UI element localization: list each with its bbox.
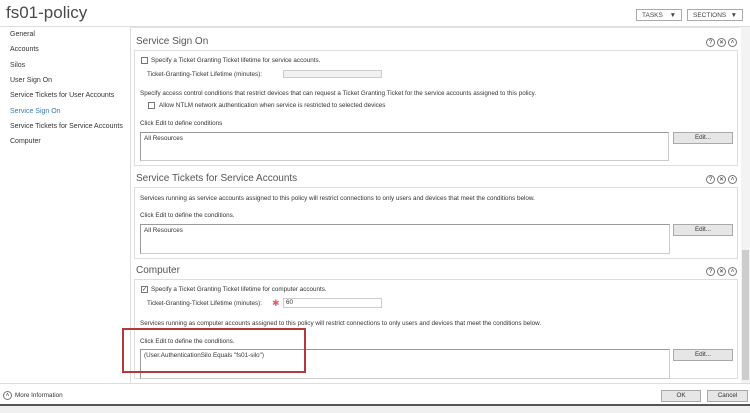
- nav-general[interactable]: General: [10, 31, 35, 38]
- lifetime-label: Ticket-Granting-Ticket Lifetime (minutes…: [147, 71, 263, 78]
- nav-computer[interactable]: Computer: [10, 138, 41, 145]
- nav-silos[interactable]: Silos: [10, 62, 25, 69]
- tasks-dropdown[interactable]: TASKS ▼: [636, 9, 682, 21]
- sections-dropdown[interactable]: SECTIONS ▼: [687, 9, 743, 21]
- ntlm-checkbox[interactable]: [148, 102, 155, 109]
- ntlm-label: Allow NTLM network authentication when s…: [159, 102, 386, 109]
- section-controls: ? ✕ ˄: [706, 38, 737, 47]
- tgt-service-checkbox[interactable]: [141, 57, 148, 64]
- edit-prompt: Click Edit to define the conditions.: [140, 212, 235, 219]
- access-control-text: Specify access control conditions that r…: [140, 90, 537, 97]
- status-bar: [0, 404, 750, 413]
- tgt-computer-label: Specify a Ticket Granting Ticket lifetim…: [151, 286, 327, 293]
- section-controls: ? ✕ ˄: [706, 175, 737, 184]
- nav-accounts[interactable]: Accounts: [10, 46, 39, 53]
- section-heading-service-tickets: Service Tickets for Service Accounts: [136, 173, 298, 184]
- close-icon[interactable]: ✕: [717, 175, 726, 184]
- close-icon[interactable]: ✕: [717, 38, 726, 47]
- cancel-button[interactable]: Cancel: [707, 390, 748, 402]
- section-heading-service-sign-on: Service Sign On: [136, 36, 209, 47]
- lifetime-input[interactable]: 60: [283, 298, 382, 308]
- nav-service-sign-on[interactable]: Service Sign On: [10, 108, 61, 115]
- conditions-box: All Resources: [140, 224, 670, 254]
- collapse-icon[interactable]: ˄: [728, 38, 737, 47]
- service-tickets-desc: Services running as service accounts ass…: [140, 195, 535, 202]
- collapse-icon[interactable]: ˄: [728, 267, 737, 276]
- expand-icon: ˄: [3, 391, 12, 400]
- nav-service-tickets-service[interactable]: Service Tickets for Service Accounts: [10, 123, 123, 130]
- required-icon: ✱: [272, 298, 280, 308]
- tasks-label: TASKS: [642, 11, 663, 19]
- section-controls: ? ✕ ˄: [706, 267, 737, 276]
- edit-prompt: Click Edit to define conditions: [140, 120, 223, 127]
- edit-button[interactable]: Edit...: [673, 224, 733, 236]
- edit-button[interactable]: Edit...: [673, 349, 733, 361]
- sections-label: SECTIONS: [693, 11, 727, 19]
- collapse-icon[interactable]: ˄: [728, 175, 737, 184]
- ok-button[interactable]: OK: [661, 390, 701, 402]
- lifetime-input-disabled[interactable]: [283, 70, 382, 78]
- more-information-label: More Information: [15, 392, 63, 399]
- dropdown-arrow-icon: ▼: [669, 11, 676, 19]
- tgt-computer-checkbox[interactable]: ✓: [141, 286, 148, 293]
- nav-user-sign-on[interactable]: User Sign On: [10, 77, 52, 84]
- help-icon[interactable]: ?: [706, 38, 715, 47]
- computer-desc: Services running as computer accounts as…: [140, 320, 542, 327]
- window-title: fs01-policy: [6, 3, 88, 22]
- tgt-service-label: Specify a Ticket Granting Ticket lifetim…: [151, 57, 321, 64]
- edit-button[interactable]: Edit...: [673, 132, 733, 144]
- close-icon[interactable]: ✕: [717, 267, 726, 276]
- highlight-rectangle: [122, 328, 306, 373]
- footer-divider: [0, 383, 750, 384]
- section-heading-computer: Computer: [136, 265, 180, 276]
- help-icon[interactable]: ?: [706, 175, 715, 184]
- more-information-toggle[interactable]: ˄ More Information: [3, 391, 63, 400]
- nav-service-tickets-user[interactable]: Service Tickets for User Accounts: [10, 92, 114, 99]
- conditions-box: All Resources: [140, 132, 669, 161]
- help-icon[interactable]: ?: [706, 267, 715, 276]
- lifetime-label: Ticket-Granting-Ticket Lifetime (minutes…: [147, 300, 263, 307]
- scrollbar-thumb[interactable]: [742, 250, 749, 380]
- dropdown-arrow-icon: ▼: [730, 11, 737, 19]
